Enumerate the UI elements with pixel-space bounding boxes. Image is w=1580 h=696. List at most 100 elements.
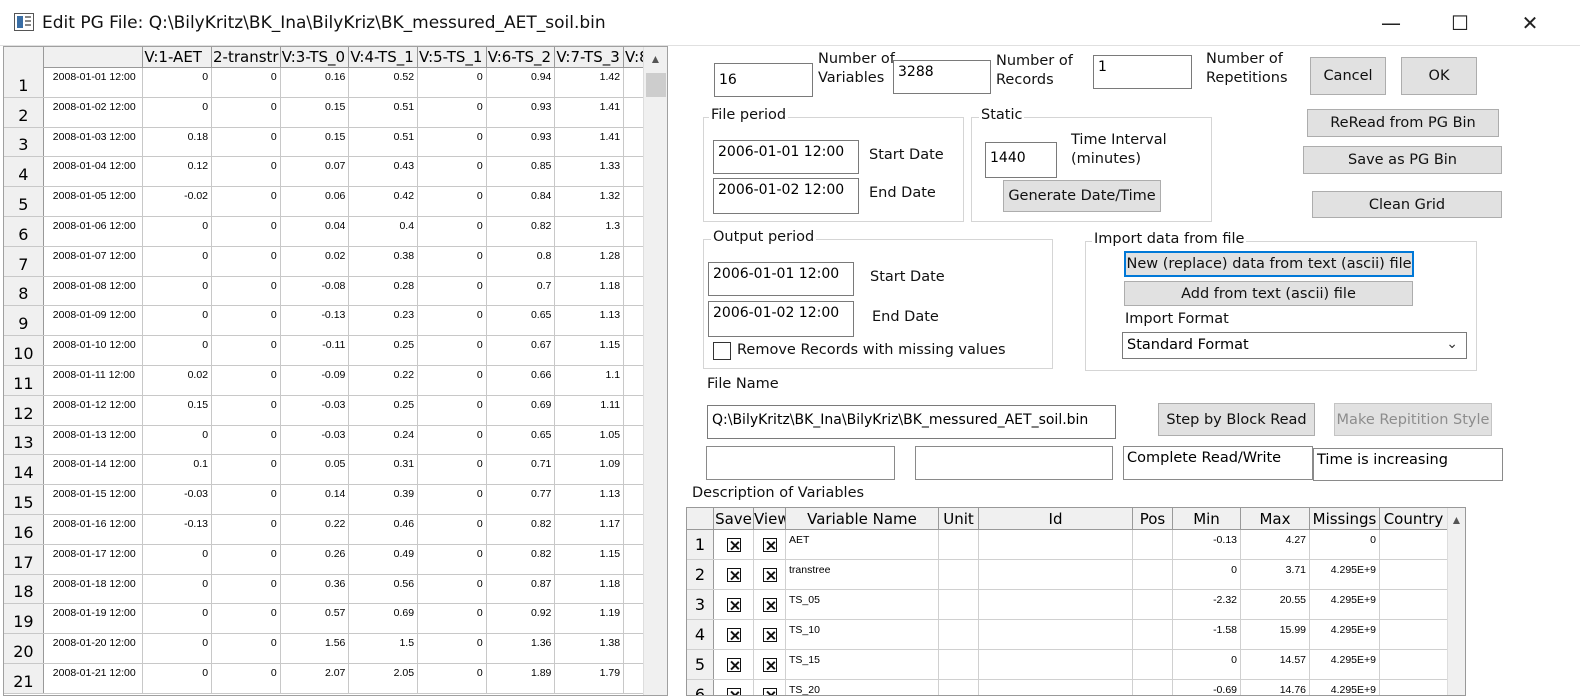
value-cell[interactable]: 1.32 xyxy=(555,187,625,216)
row-number[interactable]: 4 xyxy=(4,157,44,187)
table-row[interactable]: 11 2008-01-11 12:00 0.02 0 -0.09 0.22 0 0.66 1.1 xyxy=(4,365,644,396)
output-end-date-input[interactable]: 2006-01-02 12:00 xyxy=(708,301,854,337)
value-cell[interactable]: 0 xyxy=(212,425,281,455)
row-number[interactable]: 7 xyxy=(4,246,44,276)
value-cell[interactable]: 0.18 xyxy=(143,127,213,157)
value-cell[interactable]: 0 xyxy=(212,127,281,157)
value-cell[interactable] xyxy=(624,246,644,276)
row-number[interactable]: 11 xyxy=(4,365,44,395)
table-row[interactable]: 13 2008-01-13 12:00 0 0 -0.03 0.24 0 0.65 1.05 xyxy=(4,425,644,456)
value-cell[interactable]: 0.15 xyxy=(281,97,350,127)
value-cell[interactable] xyxy=(624,455,644,485)
output-start-date-input[interactable]: 2006-01-01 12:00 xyxy=(708,262,854,296)
value-cell[interactable]: 0.05 xyxy=(281,455,350,485)
value-cell[interactable] xyxy=(624,68,644,97)
value-cell[interactable]: 1.42 xyxy=(555,68,625,97)
value-cell[interactable]: 0.12 xyxy=(143,157,213,187)
reread-pg-bin-button[interactable]: ReRead from PG Bin xyxy=(1307,109,1499,137)
var-missings-cell[interactable]: 4.295E+9 xyxy=(1310,620,1380,649)
value-cell[interactable]: 0.65 xyxy=(487,425,556,455)
table-row[interactable]: 20 2008-01-20 12:00 0 0 1.56 1.5 0 1.36 1.38 xyxy=(4,634,644,664)
file-start-date-input[interactable]: 2006-01-01 12:00 xyxy=(713,140,859,174)
value-cell[interactable]: 0 xyxy=(212,187,281,216)
close-button[interactable]: ✕ xyxy=(1507,0,1553,46)
value-cell[interactable]: 0.16 xyxy=(281,68,350,97)
value-cell[interactable]: 1.28 xyxy=(555,246,625,276)
view-checkbox[interactable] xyxy=(762,657,777,672)
row-number[interactable]: 18 xyxy=(4,574,44,604)
value-cell[interactable]: 1.89 xyxy=(487,663,556,693)
table-row[interactable]: 3 2008-01-03 12:00 0.18 0 0.15 0.51 0 0.93 1.41 xyxy=(4,127,644,158)
cancel-button[interactable]: Cancel xyxy=(1310,57,1386,95)
col-header[interactable]: V:3-TS_0 xyxy=(281,47,350,68)
new-replace-data-button[interactable]: New (replace) data from text (ascii) fil… xyxy=(1124,251,1414,277)
date-cell[interactable]: 2008-01-06 12:00 xyxy=(44,216,144,246)
value-cell[interactable]: 0 xyxy=(143,216,213,246)
value-cell[interactable]: 0.69 xyxy=(487,395,556,425)
table-row[interactable]: 7 2008-01-07 12:00 0 0 0.02 0.38 0 0.8 1.28 xyxy=(4,246,644,277)
value-cell[interactable]: -0.13 xyxy=(281,306,350,336)
table-row[interactable]: 16 2008-01-16 12:00 -0.13 0 0.22 0.46 0 0.82 1.1… xyxy=(4,514,644,545)
value-cell[interactable]: 1.3 xyxy=(555,216,625,246)
value-cell[interactable]: 0 xyxy=(418,455,487,485)
date-cell[interactable]: 2008-01-14 12:00 xyxy=(44,455,144,485)
value-cell[interactable]: 1.18 xyxy=(555,574,625,604)
value-cell[interactable]: 1.38 xyxy=(555,634,625,663)
variable-row[interactable]: 1 AET -0.13 4.27 0 xyxy=(687,530,1448,560)
value-cell[interactable]: 0.43 xyxy=(349,157,419,187)
var-col-name[interactable]: Variable Name xyxy=(786,508,939,530)
view-checkbox[interactable] xyxy=(762,537,777,552)
value-cell[interactable]: -0.03 xyxy=(281,425,350,455)
var-missings-cell[interactable]: 4.295E+9 xyxy=(1310,590,1380,619)
value-cell[interactable]: 0 xyxy=(212,514,281,544)
date-cell[interactable]: 2008-01-16 12:00 xyxy=(44,514,144,544)
date-cell[interactable]: 2008-01-10 12:00 xyxy=(44,336,144,365)
scroll-thumb[interactable] xyxy=(646,73,666,97)
variable-row[interactable]: 4 TS_10 -1.58 15.99 4.295E+9 xyxy=(687,620,1448,650)
row-number[interactable]: 6 xyxy=(4,216,44,246)
value-cell[interactable]: 0.4 xyxy=(349,216,419,246)
var-country-cell[interactable] xyxy=(1380,590,1448,619)
value-cell[interactable]: 0.42 xyxy=(349,187,419,216)
value-cell[interactable]: 0 xyxy=(212,216,281,246)
var-country-cell[interactable] xyxy=(1380,560,1448,589)
date-cell[interactable]: 2008-01-04 12:00 xyxy=(44,157,144,187)
row-number[interactable]: 17 xyxy=(4,544,44,574)
value-cell[interactable] xyxy=(624,336,644,365)
value-cell[interactable]: 0.51 xyxy=(349,127,419,157)
var-id-cell[interactable] xyxy=(979,560,1133,589)
value-cell[interactable]: 1.18 xyxy=(555,276,625,306)
var-col-view[interactable]: View xyxy=(754,508,786,530)
var-pos-cell[interactable] xyxy=(1133,620,1173,649)
value-cell[interactable]: 0 xyxy=(418,157,487,187)
value-cell[interactable]: 0.51 xyxy=(349,97,419,127)
var-col-save[interactable]: Save xyxy=(714,508,754,530)
value-cell[interactable]: -0.08 xyxy=(281,276,350,306)
value-cell[interactable]: 0.22 xyxy=(281,514,350,544)
var-pos-cell[interactable] xyxy=(1133,530,1173,559)
value-cell[interactable] xyxy=(624,276,644,306)
value-cell[interactable] xyxy=(624,425,644,455)
value-cell[interactable]: 0 xyxy=(418,336,487,365)
value-cell[interactable]: 0 xyxy=(212,276,281,306)
var-name-cell[interactable]: AET xyxy=(786,530,939,559)
value-cell[interactable]: 0 xyxy=(212,485,281,514)
value-cell[interactable] xyxy=(624,663,644,693)
var-min-cell[interactable]: -0.69 xyxy=(1173,680,1241,695)
value-cell[interactable]: 0.25 xyxy=(349,336,419,365)
var-col-unit[interactable]: Unit xyxy=(939,508,979,530)
value-cell[interactable]: 0 xyxy=(143,574,213,604)
col-header[interactable]: V:6-TS_2 xyxy=(487,47,556,68)
table-row[interactable]: 5 2008-01-05 12:00 -0.02 0 0.06 0.42 0 0.84 1.32 xyxy=(4,187,644,217)
date-cell[interactable]: 2008-01-11 12:00 xyxy=(44,365,144,395)
value-cell[interactable]: 0.94 xyxy=(487,68,556,97)
table-row[interactable]: 10 2008-01-10 12:00 0 0 -0.11 0.25 0 0.67 1.15 xyxy=(4,336,644,366)
value-cell[interactable]: 0.04 xyxy=(281,216,350,246)
value-cell[interactable]: 1.05 xyxy=(555,425,625,455)
value-cell[interactable]: 0 xyxy=(143,544,213,574)
value-cell[interactable]: 2.05 xyxy=(349,663,419,693)
date-cell[interactable]: 2008-01-20 12:00 xyxy=(44,634,144,663)
row-number[interactable]: 6 xyxy=(687,680,714,695)
value-cell[interactable]: 0.36 xyxy=(281,574,350,604)
date-cell[interactable]: 2008-01-05 12:00 xyxy=(44,187,144,216)
